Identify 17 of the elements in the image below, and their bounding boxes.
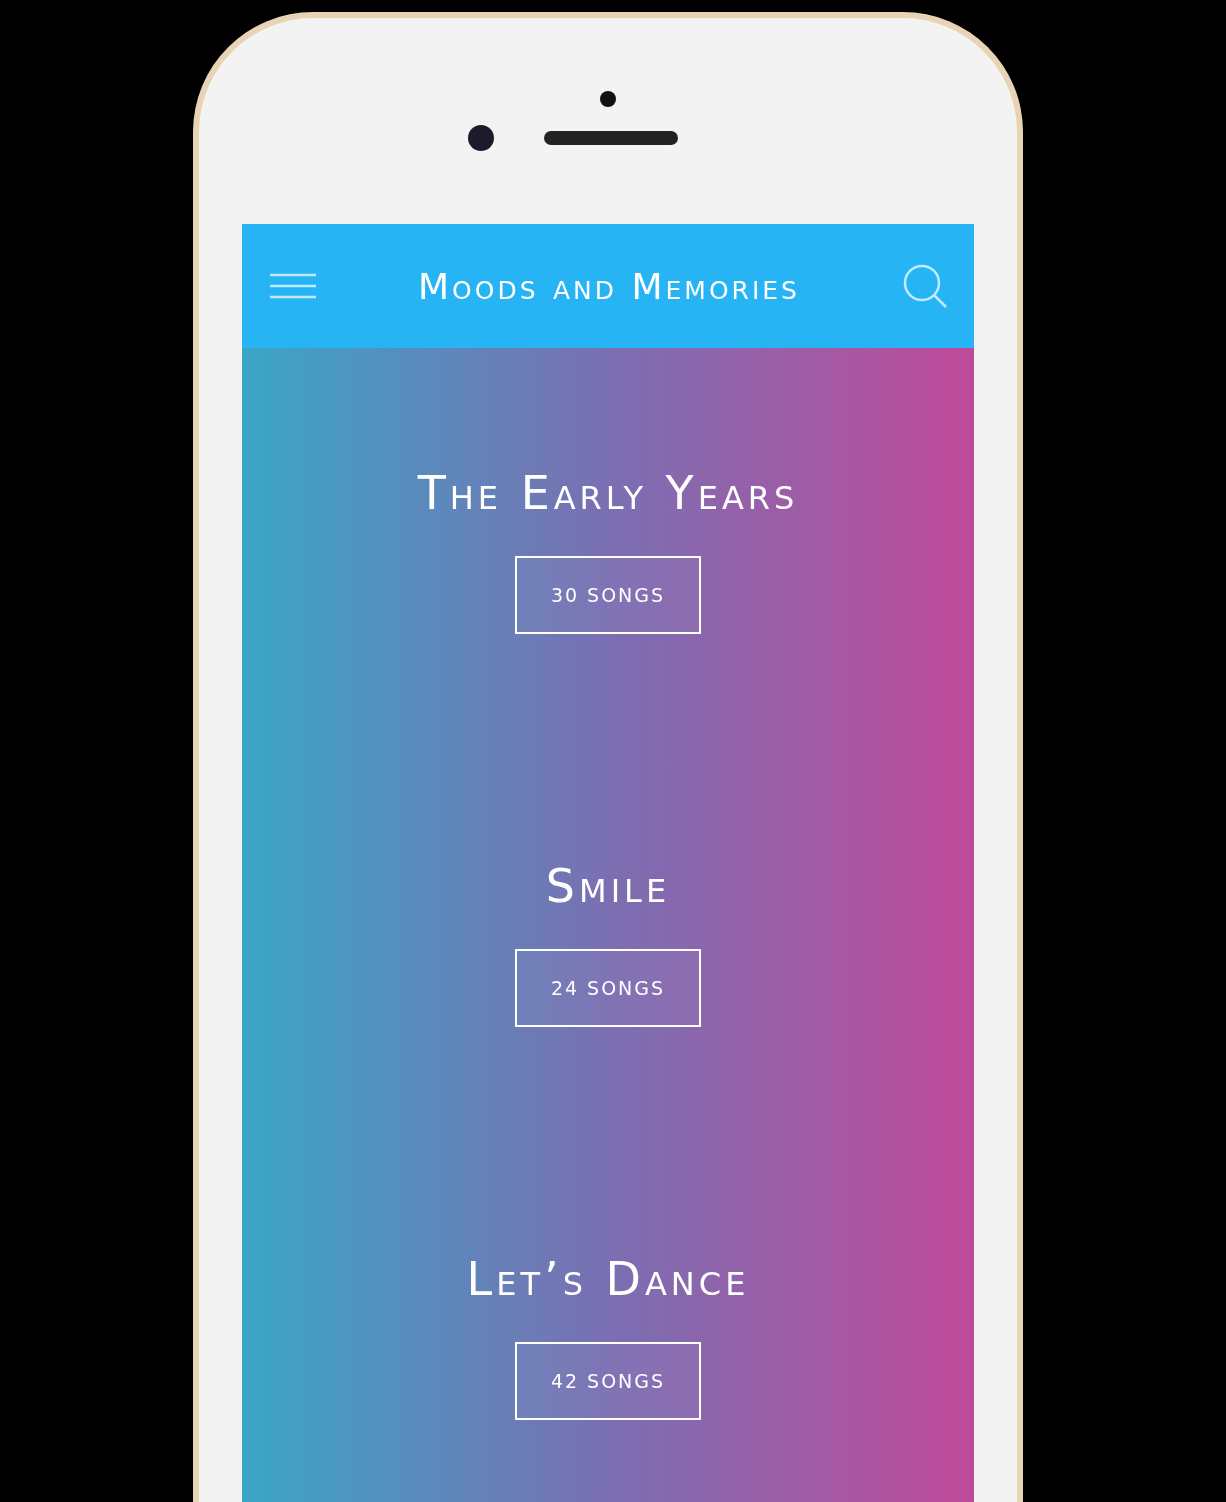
song-count-button[interactable]: 42 SONGS [515,1341,701,1420]
song-count-button[interactable]: 24 SONGS [515,948,701,1027]
song-count-button[interactable]: 30 SONGS [515,555,701,634]
playlist-title: The Early Years [417,465,799,520]
playlist-card[interactable]: Let’s Dance 42 SONGS [242,1134,974,1502]
menu-icon [270,273,316,299]
playlist-card[interactable]: Smile 24 SONGS [242,741,974,1134]
playlist-card[interactable]: The Early Years 30 SONGS [242,348,974,741]
menu-button[interactable] [270,273,316,299]
search-icon [902,263,948,309]
app-title: Moods and Memories [418,265,800,307]
sensor-icon [600,91,616,107]
camera-icon [468,125,494,151]
speaker-icon [544,131,678,145]
search-button[interactable] [902,263,948,309]
playlist-title: Let’s Dance [466,1251,750,1306]
playlist-title: Smile [545,858,671,913]
